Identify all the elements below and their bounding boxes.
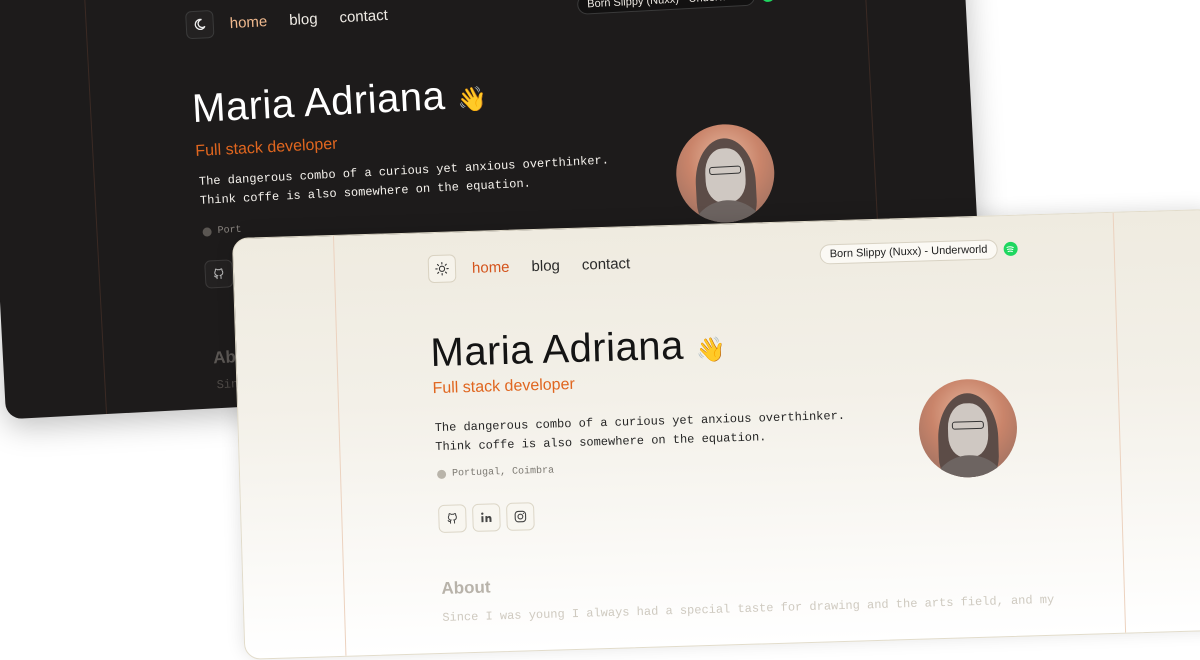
location-text: Port [217,225,242,237]
profile-name: Maria Adriana 👋 [191,72,489,132]
location-text: Portugal, Coimbra [452,466,554,480]
profile-bio: The dangerous combo of a curious yet anx… [434,407,845,457]
profile-name: Maria Adriana 👋 [430,322,727,376]
profile-name-text: Maria Adriana [430,324,684,375]
nav-contact-link[interactable]: contact [582,255,631,273]
location: Portugal, Coimbra [437,466,554,480]
github-link[interactable] [204,259,233,288]
github-icon [445,511,459,525]
profile-avatar [918,378,1019,479]
profile-role: Full stack developer [432,376,575,398]
light-theme-preview: home blog contact Born Slippy (Nuxx) - U… [232,209,1200,660]
guide-line-left [333,236,346,656]
spotify-icon [1003,242,1017,256]
wave-emoji: 👋 [457,86,489,115]
wave-emoji: 👋 [695,336,726,364]
now-playing-track: Born Slippy (Nuxx) - Underworld [819,239,997,264]
nav-home-link[interactable]: home [229,13,267,32]
github-icon [211,267,226,282]
about-heading: About [441,577,491,598]
profile-avatar [674,122,777,225]
nav-contact-link[interactable]: contact [339,6,388,26]
about-text: Since I was young I always had a special… [442,593,1054,625]
profile-name-text: Maria Adriana [191,74,446,131]
theme-toggle-button[interactable] [185,10,214,39]
nav-home-link[interactable]: home [472,258,510,276]
social-links [438,502,541,533]
profile-role: Full stack developer [195,136,338,161]
nav-bar: home blog contact [428,249,653,284]
profile-bio: The dangerous combo of a curious yet anx… [199,151,611,210]
now-playing[interactable]: Born Slippy (Nuxx) - Underworld [577,0,775,15]
instagram-link[interactable] [506,502,535,531]
spotify-icon [760,0,775,2]
now-playing-track: Born Slippy (Nuxx) - Underworld [577,0,756,15]
now-playing[interactable]: Born Slippy (Nuxx) - Underworld [819,239,1017,265]
moon-icon [192,17,207,32]
github-link[interactable] [438,504,467,533]
nav-blog-link[interactable]: blog [289,10,318,28]
globe-icon [437,470,446,479]
guide-line-left [80,0,107,414]
sun-icon [435,262,449,276]
linkedin-link[interactable] [472,503,501,532]
location: Port [202,225,242,238]
nav-blog-link[interactable]: blog [531,257,560,275]
linkedin-icon [479,510,493,524]
guide-line-right [1113,213,1126,633]
globe-icon [202,227,211,236]
instagram-icon [513,509,527,523]
nav-bar: home blog contact [185,0,410,39]
theme-toggle-button[interactable] [428,254,457,283]
